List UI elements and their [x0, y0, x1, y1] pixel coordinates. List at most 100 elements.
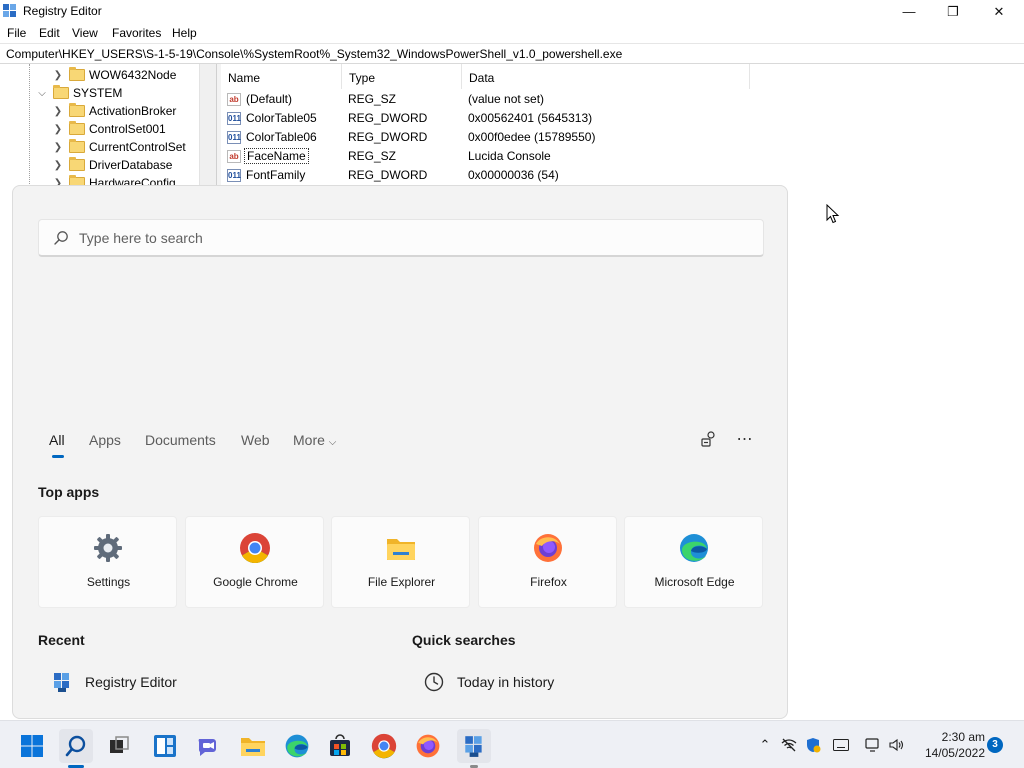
store-button[interactable]: [323, 729, 357, 763]
registry-editor-icon: [465, 736, 482, 757]
tree-item-controlset001[interactable]: ❯ ControlSet001: [52, 120, 166, 138]
restore-icon: ❐: [947, 3, 959, 19]
file-explorer-icon: [387, 539, 415, 560]
title-bar[interactable]: Registry Editor — ❐ ✕: [0, 0, 1024, 23]
dword-value-icon: 011: [227, 131, 241, 144]
edge-icon: [680, 534, 708, 562]
chevron-right-icon[interactable]: ❯: [52, 160, 64, 171]
top-app-file-explorer[interactable]: File Explorer: [331, 516, 470, 608]
tree-item-activationbroker[interactable]: ❯ ActivationBroker: [52, 102, 176, 120]
show-hidden-icons-chevron-up-icon[interactable]: ⌃: [756, 736, 774, 754]
tree-item-wow6432node[interactable]: ❯ WOW6432Node: [52, 66, 176, 84]
quick-search-today-in-history[interactable]: Today in history: [423, 666, 554, 698]
address-bar[interactable]: Computer\HKEY_USERS\S-1-5-19\Console\%Sy…: [0, 43, 1024, 64]
menu-help[interactable]: Help: [172, 26, 197, 40]
tile-label: Google Chrome: [213, 575, 298, 589]
tree-item-driverdatabase[interactable]: ❯ DriverDatabase: [52, 156, 172, 174]
tree-guide-line: [29, 64, 30, 194]
string-value-icon: ab: [227, 150, 241, 163]
registry-editor-taskbar-button[interactable]: [457, 729, 491, 768]
value-name: ColorTable05: [246, 111, 317, 125]
recent-item-label: Registry Editor: [85, 674, 177, 690]
widgets-icon: [154, 735, 176, 757]
top-app-firefox[interactable]: Firefox: [478, 516, 617, 608]
quick-searches-title: Quick searches: [412, 632, 516, 648]
chevron-right-icon[interactable]: ❯: [52, 124, 64, 135]
firefox-icon: [416, 734, 440, 758]
registry-value-row-focused[interactable]: ab FaceName REG_SZ Lucida Console: [221, 147, 751, 166]
tab-all[interactable]: All: [49, 432, 65, 448]
network-disconnected-icon[interactable]: [780, 736, 798, 754]
folder-icon: [53, 85, 69, 99]
address-path[interactable]: Computer\HKEY_USERS\S-1-5-19\Console\%Sy…: [6, 47, 622, 61]
tab-web[interactable]: Web: [241, 432, 270, 448]
file-explorer-button[interactable]: [236, 729, 270, 763]
menu-edit[interactable]: Edit: [39, 26, 60, 40]
column-header-type[interactable]: Type: [342, 64, 462, 89]
top-app-microsoft-edge[interactable]: Microsoft Edge: [624, 516, 763, 608]
tree-item-currentcontrolset[interactable]: ❯ CurrentControlSet: [52, 138, 186, 156]
notification-badge[interactable]: 3: [987, 737, 1003, 753]
teams-chat-button[interactable]: [191, 729, 225, 763]
maximize-button[interactable]: ❐: [930, 0, 976, 23]
value-name: ColorTable06: [246, 130, 317, 144]
recent-item-registry-editor[interactable]: Registry Editor: [51, 666, 177, 698]
chevron-right-icon[interactable]: ❯: [52, 70, 64, 81]
recent-title: Recent: [38, 632, 85, 648]
tab-documents[interactable]: Documents: [145, 432, 216, 448]
chevron-right-icon[interactable]: ❯: [52, 106, 64, 117]
taskbar-search-button[interactable]: [59, 729, 93, 768]
chevron-down-icon[interactable]: ⌵: [36, 88, 48, 99]
value-name: FontFamily: [246, 168, 306, 182]
active-tab-indicator: [52, 455, 64, 458]
widgets-button[interactable]: [148, 729, 182, 763]
menu-favorites[interactable]: Favorites: [112, 26, 161, 40]
registry-value-row[interactable]: 011 ColorTable06 REG_DWORD 0x00f0edee (1…: [221, 128, 751, 147]
dword-value-icon: 011: [227, 169, 241, 182]
tree-item-label: DriverDatabase: [89, 158, 173, 172]
chat-icon: [198, 739, 216, 756]
registry-value-row[interactable]: ab (Default) REG_SZ (value not set): [221, 90, 751, 109]
top-app-settings[interactable]: Settings: [38, 516, 177, 608]
chrome-icon: [240, 533, 270, 564]
menu-file[interactable]: File: [7, 26, 26, 40]
column-header-data[interactable]: Data: [462, 64, 750, 89]
registry-value-row[interactable]: 011 ColorTable05 REG_DWORD 0x00562401 (5…: [221, 109, 751, 128]
more-options-icon: ⋯: [736, 431, 754, 448]
start-button[interactable]: [15, 729, 49, 763]
tab-more-label: More: [293, 432, 325, 448]
display-network-icon[interactable]: [864, 736, 882, 754]
task-view-button[interactable]: [102, 729, 136, 763]
menu-view[interactable]: View: [72, 26, 98, 40]
keyboard-icon[interactable]: [832, 736, 850, 754]
edge-taskbar-button[interactable]: [280, 729, 314, 763]
tab-more[interactable]: More ⌵: [293, 432, 336, 448]
column-header-name[interactable]: Name: [221, 64, 342, 89]
search-panel: All Apps Documents Web More ⌵ ⋯ Top apps…: [12, 185, 788, 719]
search-input[interactable]: [79, 228, 739, 248]
tab-apps[interactable]: Apps: [89, 432, 121, 448]
chevron-right-icon[interactable]: ❯: [52, 142, 64, 153]
top-app-google-chrome[interactable]: Google Chrome: [185, 516, 324, 608]
switch-account-button[interactable]: [699, 429, 719, 449]
tile-label: Settings: [86, 575, 131, 589]
windows-logo-icon: [21, 735, 43, 757]
string-value-icon: ab: [227, 93, 241, 106]
value-type: REG_SZ: [348, 149, 397, 163]
registry-value-row[interactable]: 011 FontFamily REG_DWORD 0x00000036 (54): [221, 166, 751, 185]
tree-item-system[interactable]: ⌵ SYSTEM: [36, 84, 122, 102]
firefox-taskbar-button[interactable]: [411, 729, 445, 763]
clock-time: 2:30 am: [941, 730, 985, 744]
clock-date: 14/05/2022: [924, 746, 985, 760]
security-shield-icon[interactable]: [804, 736, 822, 754]
system-clock[interactable]: 2:30 am 14/05/2022: [915, 729, 985, 761]
close-button[interactable]: ✕: [976, 0, 1022, 23]
folder-icon: [69, 121, 85, 135]
top-apps-title: Top apps: [38, 484, 100, 500]
search-box[interactable]: [38, 219, 764, 257]
chrome-taskbar-button[interactable]: [367, 729, 401, 763]
value-type: REG_SZ: [348, 92, 397, 106]
minimize-button[interactable]: —: [886, 0, 932, 23]
more-options-button[interactable]: ⋯: [735, 429, 755, 449]
volume-icon[interactable]: [888, 736, 906, 754]
